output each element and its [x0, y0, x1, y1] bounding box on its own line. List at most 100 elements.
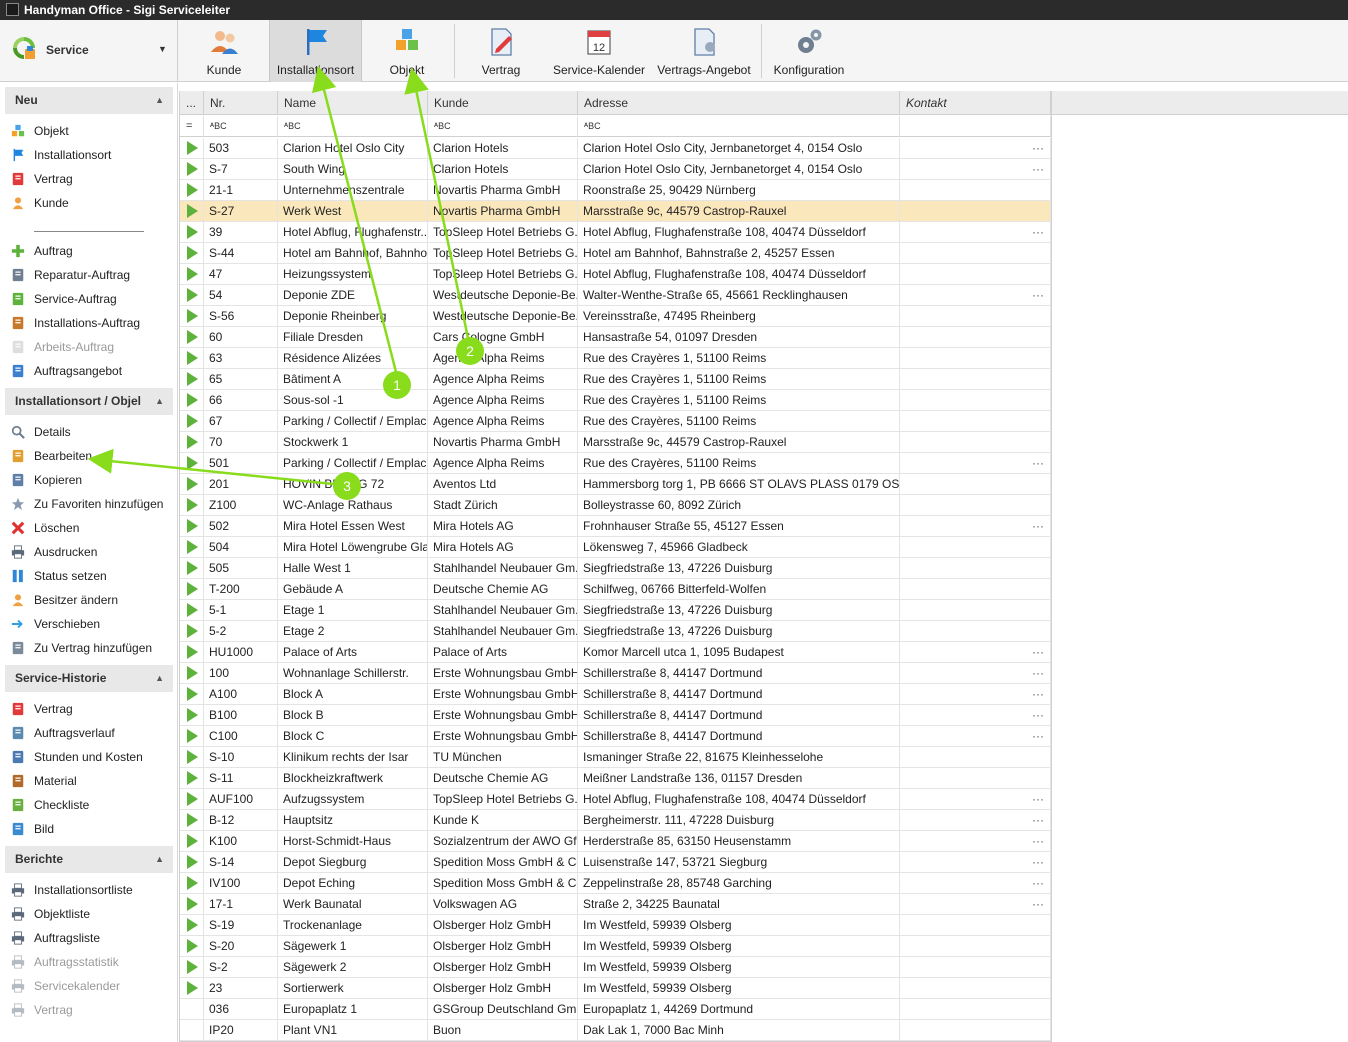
table-row[interactable]: S-14 Depot Siegburg Spedition Moss GmbH & … [180, 852, 1051, 873]
table-row[interactable]: HU1000 Palace of Arts Palace of Arts Komor … [180, 642, 1051, 663]
cell-kontakt[interactable]: ··· [900, 810, 1051, 830]
cell-kontakt[interactable]: ··· [900, 852, 1051, 872]
collapse-icon[interactable]: ▲ [155, 665, 164, 692]
row-action-cell[interactable] [180, 369, 204, 389]
table-row[interactable]: B100 Block B Erste Wohnungsbau GmbH Schille… [180, 705, 1051, 726]
collapse-icon[interactable]: ▲ [155, 87, 164, 114]
sidebar-item-vertrag[interactable]: Vertrag [10, 168, 73, 190]
row-action-cell[interactable] [180, 600, 204, 620]
more-icon[interactable]: ··· [1032, 684, 1044, 704]
table-row[interactable]: 17-1 Werk Baunatal Volkswagen AG Straße 2, … [180, 894, 1051, 915]
play-icon[interactable] [187, 855, 198, 869]
more-icon[interactable]: ··· [1032, 705, 1044, 725]
table-row[interactable]: S-10 Klinikum rechts der Isar TU München Is… [180, 747, 1051, 768]
table-row[interactable]: T-200 Gebäude A Deutsche Chemie AG Schilfwe… [180, 579, 1051, 600]
play-icon[interactable] [187, 624, 198, 638]
table-row[interactable]: AUF100 Aufzugssystem TopSleep Hotel Betrie… [180, 789, 1051, 810]
row-action-cell[interactable] [180, 726, 204, 746]
cell-kontakt[interactable] [900, 243, 1051, 263]
row-action-cell[interactable] [180, 285, 204, 305]
row-action-cell[interactable] [180, 957, 204, 977]
cell-kontakt[interactable] [900, 180, 1051, 200]
play-icon[interactable] [187, 414, 198, 428]
cell-kontakt[interactable] [900, 306, 1051, 326]
cell-kontakt[interactable]: ··· [900, 285, 1051, 305]
more-icon[interactable]: ··· [1032, 642, 1044, 662]
cell-kontakt[interactable] [900, 495, 1051, 515]
cell-kontakt[interactable]: ··· [900, 516, 1051, 536]
cell-kontakt[interactable] [900, 600, 1051, 620]
sidebar-item-installations-auftrag[interactable]: Installations-Auftrag [10, 312, 140, 334]
table-row[interactable]: 54 Deponie ZDE Westdeutsche Deponie-Be... W… [180, 285, 1051, 306]
play-icon[interactable] [187, 897, 198, 911]
sidebar-item-verschieben[interactable]: Verschieben [10, 613, 100, 635]
table-row[interactable]: 503 Clarion Hotel Oslo City Clarion Hotels… [180, 138, 1051, 159]
sidebar-item-material[interactable]: Material [10, 770, 77, 792]
table-row[interactable]: 501 Parking / Collectif / Emplac... Agence… [180, 453, 1051, 474]
play-icon[interactable] [187, 162, 198, 176]
sidebar-item-auftragsangebot[interactable]: Auftragsangebot [10, 360, 122, 382]
table-row[interactable]: 39 Hotel Abflug, Flughafenstr... TopSleep … [180, 222, 1051, 243]
sidebar-item-installationsortliste[interactable]: Installationsortliste [10, 879, 133, 901]
cell-kontakt[interactable] [900, 474, 1051, 494]
sidebar-item-ausdrucken[interactable]: Ausdrucken [10, 541, 97, 563]
row-action-cell[interactable] [180, 453, 204, 473]
ribbon-button-kunde[interactable]: Kunde [180, 20, 268, 82]
table-row[interactable]: B-12 Hauptsitz Kunde K Bergheimerstr. 111, … [180, 810, 1051, 831]
table-row[interactable]: 5-1 Etage 1 Stahlhandel Neubauer Gm... Sieg… [180, 600, 1051, 621]
play-icon[interactable] [187, 561, 198, 575]
play-icon[interactable] [187, 750, 198, 764]
play-icon[interactable] [187, 960, 198, 974]
play-icon[interactable] [187, 246, 198, 260]
cell-kontakt[interactable]: ··· [900, 789, 1051, 809]
row-action-cell[interactable] [180, 306, 204, 326]
play-icon[interactable] [187, 918, 198, 932]
play-icon[interactable] [187, 876, 198, 890]
module-selector[interactable]: Service ▼ [0, 20, 178, 82]
cell-kontakt[interactable] [900, 768, 1051, 788]
ribbon-button-service-kalender[interactable]: 12 Service-Kalender [548, 20, 650, 82]
row-action-cell[interactable] [180, 978, 204, 998]
play-icon[interactable] [187, 435, 198, 449]
sidebar-item-kopieren[interactable]: Kopieren [10, 469, 82, 491]
row-action-cell[interactable] [180, 789, 204, 809]
sidebar-item-bild[interactable]: Bild [10, 818, 54, 840]
sidebar-item-kunde[interactable]: Kunde [10, 192, 69, 214]
play-icon[interactable] [187, 519, 198, 533]
cell-kontakt[interactable] [900, 432, 1051, 452]
play-icon[interactable] [187, 351, 198, 365]
play-icon[interactable] [187, 645, 198, 659]
cell-kontakt[interactable] [900, 936, 1051, 956]
more-icon[interactable]: ··· [1032, 726, 1044, 746]
table-row[interactable]: S-56 Deponie Rheinberg Westdeutsche Deponi… [180, 306, 1051, 327]
row-action-cell[interactable] [180, 558, 204, 578]
table-row[interactable]: A100 Block A Erste Wohnungsbau GmbH Schille… [180, 684, 1051, 705]
cell-kontakt[interactable] [900, 1020, 1051, 1040]
table-row[interactable]: C100 Block C Erste Wohnungsbau GmbH Schille… [180, 726, 1051, 747]
row-action-cell[interactable] [180, 705, 204, 725]
more-icon[interactable]: ··· [1032, 516, 1044, 536]
table-row[interactable]: 100 Wohnanlage Schillerstr. Erste Wohnungs… [180, 663, 1051, 684]
table-row[interactable]: 65 Bâtiment A Agence Alpha Reims Rue des Cr… [180, 369, 1051, 390]
table-row[interactable]: S-20 Sägewerk 1 Olsberger Holz GmbH Im West… [180, 936, 1051, 957]
cell-kontakt[interactable]: ··· [900, 138, 1051, 158]
sidebar-item-details[interactable]: Details [10, 421, 71, 443]
row-action-cell[interactable] [180, 138, 204, 158]
play-icon[interactable] [187, 981, 198, 995]
table-row[interactable]: S-2 Sägewerk 2 Olsberger Holz GmbH Im Westf… [180, 957, 1051, 978]
sidebar-item-auftragsliste[interactable]: Auftragsliste [10, 927, 100, 949]
row-action-cell[interactable] [180, 915, 204, 935]
table-row[interactable]: 63 Résidence Alizées Agence Alpha Reims Rue… [180, 348, 1051, 369]
row-action-cell[interactable] [180, 579, 204, 599]
cell-kontakt[interactable] [900, 327, 1051, 347]
row-action-cell[interactable] [180, 243, 204, 263]
table-row[interactable]: 47 Heizungssystem TopSleep Hotel Betriebs … [180, 264, 1051, 285]
ribbon-button-vertrag[interactable]: Vertrag [458, 20, 544, 82]
chevron-down-icon[interactable]: ▼ [158, 44, 167, 54]
more-icon[interactable]: ··· [1032, 453, 1044, 473]
row-action-cell[interactable] [180, 411, 204, 431]
table-row[interactable]: 502 Mira Hotel Essen West Mira Hotels AG Fr… [180, 516, 1051, 537]
cell-kontakt[interactable] [900, 957, 1051, 977]
sidebar-item-checkliste[interactable]: Checkliste [10, 794, 89, 816]
play-icon[interactable] [187, 477, 198, 491]
